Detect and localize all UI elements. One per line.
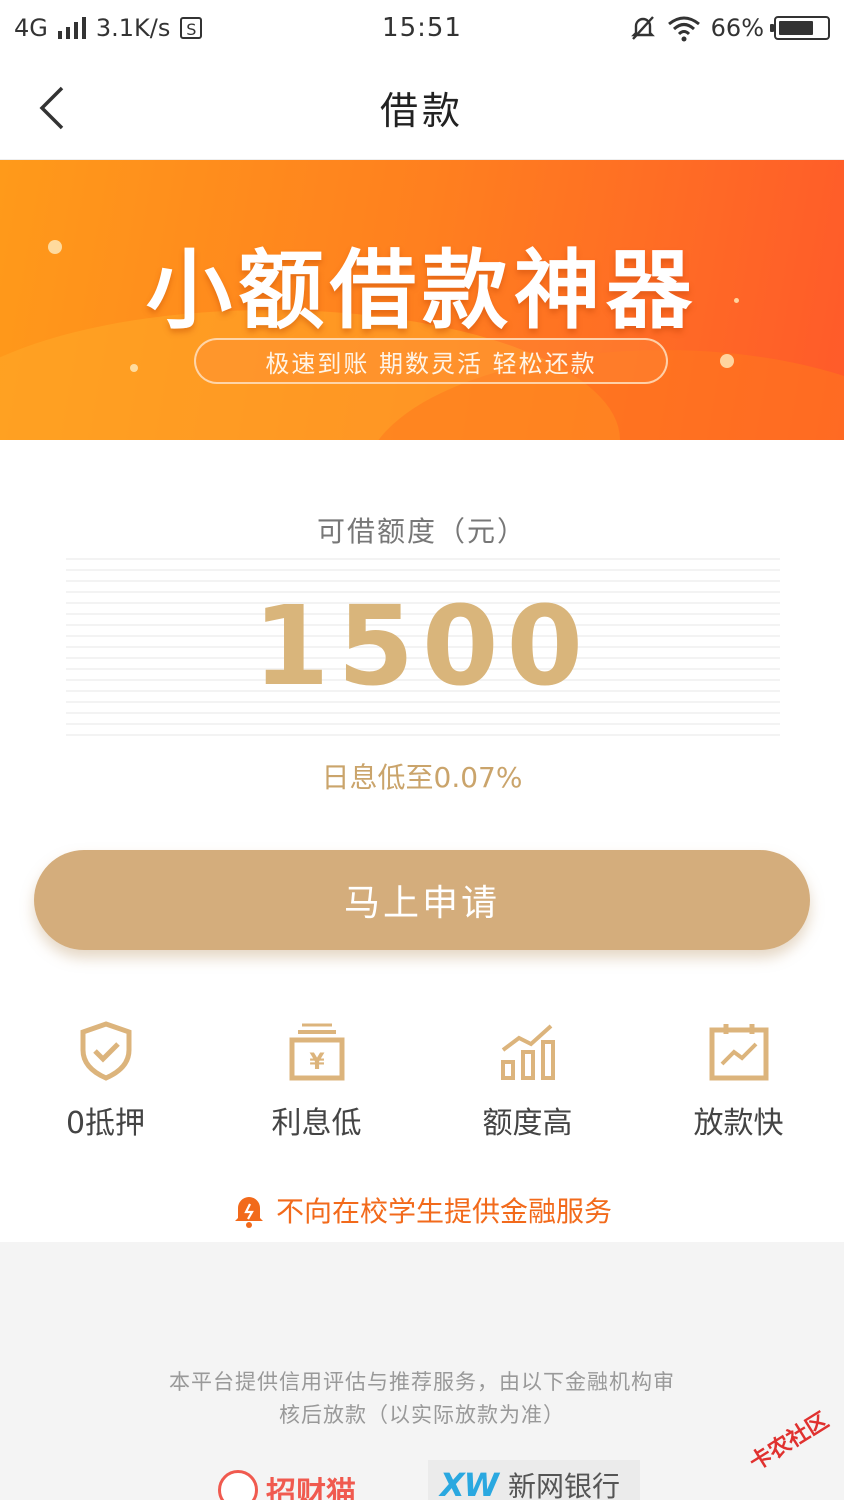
lucky-cat-icon [218, 1470, 258, 1500]
banner-title: 小额借款神器 [146, 241, 698, 341]
signal-icon [57, 17, 86, 39]
promo-banner[interactable]: 小额借款神器 极速到账 期数灵活 轻松还款 [0, 160, 844, 440]
apply-now-button[interactable]: 马上申请 [34, 850, 810, 950]
daily-rate-text: 日息低至0.07% [321, 761, 523, 794]
shield-check-icon [80, 1021, 131, 1081]
notice-text: 不向在校学生提供金融服务 [275, 1195, 612, 1228]
status-left: 4G 3.1K/s S [14, 14, 203, 42]
partner-logos: 招财猫 XW 新网银行 [0, 1460, 844, 1500]
back-arrow-icon[interactable] [36, 84, 76, 132]
banner-dot-decoration [130, 364, 138, 372]
credit-limit-label: 可借额度（元） [316, 515, 527, 548]
feature-list: 0抵押 ¥ 利息低 额度高 放款快 [0, 1020, 844, 1142]
student-notice: 不向在校学生提供金融服务 [0, 1190, 844, 1230]
feature-item: ¥ 利息低 [211, 1020, 422, 1142]
status-right: 66% [629, 14, 830, 42]
disclaimer-line: 本平台提供信用评估与推荐服务，由以下金融机构审 [169, 1370, 675, 1394]
bar-chart-icon [500, 1024, 555, 1080]
feature-item: 放款快 [633, 1020, 844, 1142]
network-speed: 3.1K/s [95, 14, 171, 42]
bell-alert-icon [234, 1197, 263, 1228]
svg-text:¥: ¥ [309, 1050, 325, 1075]
battery-percent: 66% [710, 14, 764, 42]
s-badge-icon: S [180, 17, 203, 39]
bell-muted-icon [630, 16, 655, 40]
wifi-icon [667, 16, 700, 42]
calendar-trend-icon [709, 1024, 768, 1081]
feature-item: 额度高 [422, 1020, 633, 1142]
partner-name: 新网银行 [507, 1470, 620, 1500]
network-type: 4G [14, 14, 48, 42]
page-title: 借款 [379, 89, 464, 133]
feature-label: 0抵押 [65, 1106, 146, 1141]
disclaimer-text: 本平台提供信用评估与推荐服务，由以下金融机构审 核后放款（以实际放款为准） [120, 1366, 724, 1432]
feature-label: 放款快 [693, 1106, 784, 1141]
battery-icon [770, 16, 830, 40]
disclaimer-line: 核后放款（以实际放款为准） [279, 1403, 565, 1427]
banner-subtitle: 极速到账 期数灵活 轻松还款 [194, 338, 668, 384]
feature-label: 额度高 [482, 1106, 573, 1141]
feature-item: 0抵押 [0, 1020, 211, 1142]
xw-logo: XW [440, 1466, 499, 1500]
partner-xinwang-bank: XW 新网银行 [428, 1460, 640, 1500]
partner-zhaocaimao: 招财猫 [218, 1468, 356, 1500]
yuan-wallet-icon: ¥ [289, 1023, 344, 1081]
feature-label: 利息低 [271, 1106, 362, 1141]
credit-amount: 1500 [252, 582, 592, 710]
status-bar: 4G 3.1K/s S 15:51 66% [0, 0, 844, 56]
nav-header: 借款 [0, 56, 844, 160]
banner-dot-decoration [720, 354, 734, 368]
partner-name: 招财猫 [266, 1476, 356, 1500]
